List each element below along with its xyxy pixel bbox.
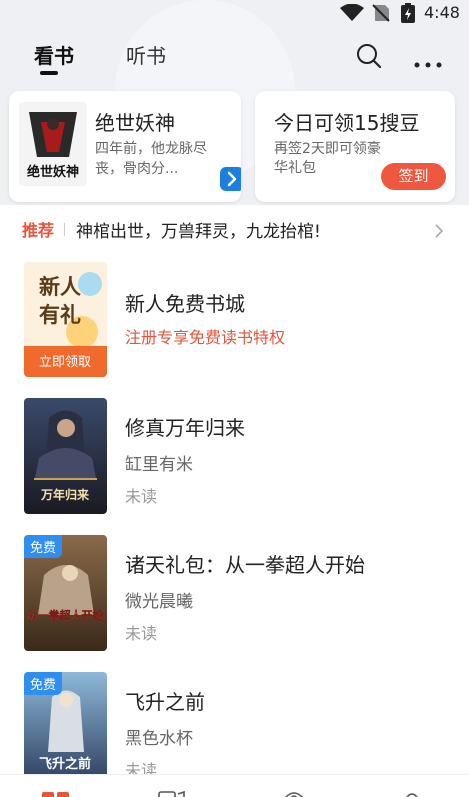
battery-icon (401, 3, 415, 27)
discover-icon[interactable] (280, 787, 308, 797)
book-cover-title: 飞升之前 (39, 756, 91, 772)
tab-read[interactable]: 看书 (34, 40, 74, 69)
chevron-right-icon (434, 223, 444, 242)
tab-listen[interactable]: 听书 (126, 40, 166, 69)
bookstore-icon[interactable] (158, 787, 186, 797)
bottom-nav (0, 774, 469, 797)
featured-book-title: 绝世妖神 (95, 111, 175, 135)
book-author: 黑色水杯 (125, 729, 193, 749)
book-cover: 从一拳超人开始 免费 (24, 535, 107, 651)
more-icon[interactable] (414, 53, 442, 72)
book-author: 微光晨曦 (125, 592, 193, 612)
book-cover: 万年归来 (24, 398, 107, 514)
promo-cover: 新人 有礼 立即领取 (24, 262, 107, 377)
free-badge: 免费 (24, 672, 63, 695)
book-status: 未读 (125, 487, 158, 506)
book-cover: 飞升之前 免费 (24, 672, 107, 788)
promo-item[interactable]: 新人 有礼 立即领取 新人免费书城 注册专享免费读书特权 (0, 262, 469, 382)
promo-cover-line1: 新人 (39, 274, 81, 299)
featured-book-description: 四年前，他龙脉尽丧，骨肉分... (95, 141, 207, 177)
book-cover-title: 从一拳超人开始 (27, 608, 104, 622)
featured-book-cover: 绝世妖神 (19, 102, 87, 186)
tab-active-indicator (40, 71, 58, 75)
status-bar: 4:48 (0, 0, 469, 26)
recommend-divider (64, 223, 65, 236)
profile-icon[interactable] (398, 787, 426, 797)
bonus-description: 再签2天即可领豪华礼包 (274, 141, 381, 176)
book-title: 修真万年归来 (125, 416, 245, 440)
book-cover-title: 万年归来 (40, 487, 90, 502)
bookshelf-icon[interactable] (42, 787, 70, 797)
no-sim-icon (372, 4, 390, 26)
checkin-button[interactable]: 签到 (381, 163, 446, 190)
book-title: 诸天礼包：从一拳超人开始 (125, 553, 365, 577)
status-time: 4:48 (424, 3, 460, 22)
featured-cover-title: 绝世妖神 (27, 164, 79, 180)
book-status: 未读 (125, 624, 158, 643)
featured-book-card[interactable]: 绝世妖神 绝世妖神 四年前，他龙脉尽丧，骨肉分... (9, 91, 241, 202)
promo-title: 新人免费书城 (125, 292, 245, 316)
bonus-card[interactable]: 今日可领15搜豆 再签2天即可领豪华礼包 签到 (255, 91, 455, 202)
chevron-right-icon[interactable] (220, 167, 241, 191)
wifi-icon (340, 3, 364, 26)
search-icon[interactable] (356, 43, 382, 73)
recommend-text: 神棺出世，万兽拜灵，九龙抬棺! (76, 222, 321, 242)
bonus-title: 今日可领15搜豆 (274, 111, 420, 135)
promo-cover-button: 立即领取 (39, 355, 91, 370)
list-item[interactable]: 从一拳超人开始 免费 诸天礼包：从一拳超人开始 微光晨曦 未读 (0, 535, 469, 655)
recommend-banner[interactable]: 推荐 神棺出世，万兽拜灵，九龙抬棺! (0, 212, 469, 246)
free-badge: 免费 (24, 535, 63, 558)
promo-subtitle: 注册专享免费读书特权 (125, 328, 286, 347)
book-title: 飞升之前 (125, 690, 205, 714)
recommend-tag: 推荐 (22, 221, 55, 240)
book-author: 缸里有米 (125, 455, 193, 475)
list-item[interactable]: 万年归来 修真万年归来 缸里有米 未读 (0, 398, 469, 518)
promo-cover-line2: 有礼 (39, 302, 81, 327)
